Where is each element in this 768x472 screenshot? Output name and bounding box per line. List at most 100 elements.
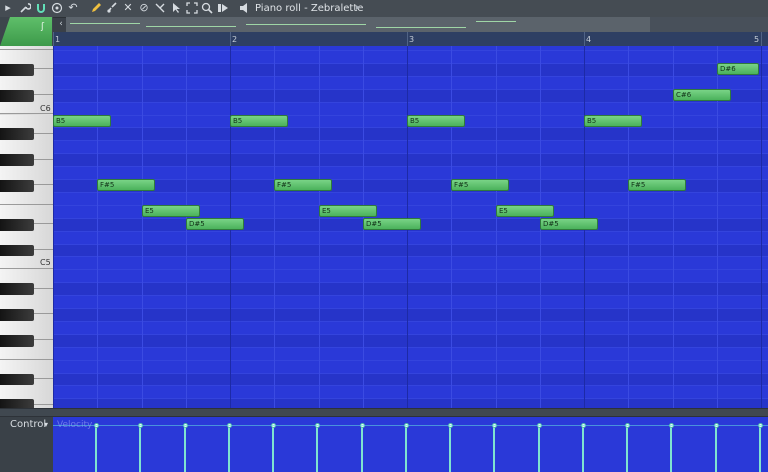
timeline-ruler[interactable]: 1 2 3 4 5: [53, 32, 768, 47]
control-dropdown-arrow[interactable]: ▾: [44, 419, 48, 431]
velocity-bar[interactable]: [139, 425, 141, 472]
black-key[interactable]: [0, 89, 34, 102]
black-key-row: [53, 398, 768, 408]
black-key[interactable]: [0, 180, 34, 192]
row-line: [53, 89, 768, 90]
note[interactable]: C#6: [673, 89, 731, 101]
note[interactable]: D#6: [717, 63, 759, 75]
velocity-bar[interactable]: [184, 425, 186, 472]
bar-tick: [761, 32, 762, 46]
note[interactable]: E5: [319, 205, 377, 217]
undo-icon[interactable]: ↶: [67, 2, 79, 14]
select-icon[interactable]: [170, 2, 182, 14]
note-label: D#5: [366, 220, 382, 228]
note-label: F#5: [454, 181, 469, 189]
note[interactable]: F#5: [97, 179, 155, 191]
mute-icon[interactable]: ⊘: [138, 2, 150, 14]
title-menu-arrow[interactable]: ▸: [356, 2, 361, 15]
velocity-max-line: [53, 425, 768, 426]
velocity-bar[interactable]: [759, 425, 761, 472]
fullscreen-select-icon[interactable]: [186, 2, 198, 14]
black-key[interactable]: [0, 218, 34, 231]
note[interactable]: B5: [407, 115, 465, 127]
event-editor-splitter[interactable]: [0, 408, 768, 417]
beat-line: [142, 46, 143, 408]
velocity-bar[interactable]: [493, 425, 495, 472]
note[interactable]: D#5: [540, 218, 598, 230]
velocity-bar[interactable]: [272, 425, 274, 472]
velocity-bar[interactable]: [361, 425, 363, 472]
velocity-bar[interactable]: [316, 425, 318, 472]
control-target-label[interactable]: Control: [10, 419, 46, 431]
zoom-icon[interactable]: [201, 2, 213, 14]
magnet-icon[interactable]: [35, 2, 47, 14]
overview-note-line: [70, 23, 140, 24]
bar-tick: [584, 32, 585, 46]
black-key[interactable]: [0, 334, 34, 347]
row-line: [53, 385, 768, 386]
black-key[interactable]: [0, 63, 34, 76]
velocity-bar[interactable]: [626, 425, 628, 472]
arrow-menu-icon[interactable]: ▸: [2, 2, 14, 14]
slice-icon[interactable]: [154, 2, 166, 14]
note[interactable]: F#5: [628, 179, 686, 191]
row-line: [53, 244, 768, 245]
velocity-lane[interactable]: Velocity: [53, 417, 768, 472]
note-label: B5: [410, 117, 420, 125]
black-key[interactable]: [0, 128, 34, 141]
note[interactable]: D#5: [363, 218, 421, 230]
note[interactable]: E5: [496, 205, 554, 217]
velocity-bar[interactable]: [228, 425, 230, 472]
black-key[interactable]: [0, 283, 34, 296]
black-key[interactable]: [0, 244, 34, 257]
row-line: [53, 256, 768, 257]
velocity-bar[interactable]: [538, 425, 540, 472]
velocity-bar[interactable]: [582, 425, 584, 472]
speaker-icon[interactable]: [239, 2, 251, 14]
note[interactable]: E5: [142, 205, 200, 217]
row-line: [53, 360, 768, 361]
note[interactable]: F#5: [274, 179, 332, 191]
velocity-bar[interactable]: [95, 425, 97, 472]
playback-icon[interactable]: [217, 2, 229, 14]
curve-icon[interactable]: ʃ: [41, 22, 44, 32]
overview-note-line: [376, 27, 466, 28]
black-key[interactable]: [0, 154, 34, 167]
piano-keyboard[interactable]: C6 C5: [0, 46, 53, 408]
velocity-bar[interactable]: [449, 425, 451, 472]
overview-note-line: [476, 21, 516, 22]
velocity-bar[interactable]: [670, 425, 672, 472]
overview-track-empty[interactable]: [650, 17, 768, 32]
scroll-left-button[interactable]: ‹: [56, 17, 66, 32]
note[interactable]: B5: [53, 115, 111, 127]
bar-line: [761, 46, 762, 408]
note-label: B5: [233, 117, 243, 125]
velocity-bar[interactable]: [405, 425, 407, 472]
black-key[interactable]: [0, 373, 34, 386]
black-key-row: [53, 282, 768, 296]
note[interactable]: F#5: [451, 179, 509, 191]
pencil-icon[interactable]: [90, 2, 102, 14]
note[interactable]: D#5: [186, 218, 244, 230]
row-line: [53, 153, 768, 154]
note-label: B5: [587, 117, 597, 125]
row-line: [53, 282, 768, 283]
note-label: B5: [56, 117, 66, 125]
overview-note-line: [146, 26, 236, 27]
row-line: [53, 50, 768, 51]
note-label: F#5: [100, 181, 115, 189]
note[interactable]: B5: [584, 115, 642, 127]
velocity-bar[interactable]: [715, 425, 717, 472]
wrench-icon[interactable]: [19, 2, 32, 14]
black-key-row: [53, 333, 768, 347]
black-key[interactable]: [0, 399, 34, 408]
delete-icon[interactable]: ✕: [122, 2, 134, 14]
row-line: [53, 231, 768, 232]
bar-tick: [53, 32, 54, 46]
target-icon[interactable]: [51, 2, 63, 14]
note-grid[interactable]: B5 F#5 E5 D#5 B5 F#5 E5 D#5 B5 F#5 E5 D#5 B5 F#5 C#6 D#…: [53, 46, 768, 408]
note[interactable]: B5: [230, 115, 288, 127]
song-overview-scrollbar[interactable]: [66, 17, 650, 32]
black-key[interactable]: [0, 309, 34, 321]
paint-brush-icon[interactable]: [106, 2, 118, 14]
